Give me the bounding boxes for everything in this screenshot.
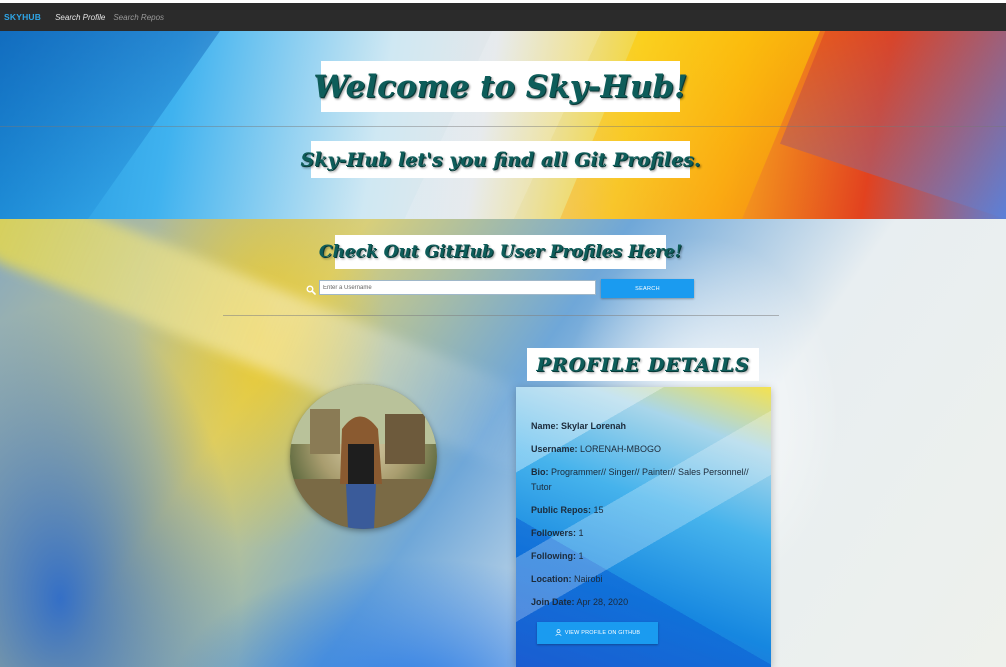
github-button-label: VIEW PROFILE ON GITHUB bbox=[564, 630, 641, 636]
field-label: Followers: bbox=[531, 528, 577, 538]
profile-details-card: Name: Skylar Lorenah Username: LORENAH-M… bbox=[516, 387, 771, 667]
field-label: Following: bbox=[531, 551, 576, 561]
field-value: Programmer// Singer// Painter// Sales Pe… bbox=[531, 467, 749, 492]
user-icon bbox=[555, 628, 562, 638]
profile-section-title: PROFILE DETAILS bbox=[527, 348, 759, 381]
hero-title: Welcome to Sky-Hub! bbox=[313, 61, 688, 112]
search-section-title: Check Out GitHub User Profiles Here! bbox=[319, 235, 682, 269]
field-label: Join Date: bbox=[531, 597, 575, 607]
field-value: 1 bbox=[578, 551, 584, 561]
field-value: Skylar Lorenah bbox=[561, 421, 627, 431]
profile-field-followers: Followers: 1 bbox=[531, 526, 756, 541]
field-value: 15 bbox=[593, 505, 604, 515]
profile-field-join-date: Join Date: Apr 28, 2020 bbox=[531, 595, 756, 610]
profile-field-bio: Bio: Programmer// Singer// Painter// Sal… bbox=[531, 465, 756, 495]
search-icon bbox=[306, 282, 316, 295]
nav-link-search-repos[interactable]: Search Repos bbox=[113, 13, 164, 22]
field-value: 1 bbox=[578, 528, 584, 538]
search-button[interactable]: SEARCH bbox=[601, 279, 694, 298]
brand-link[interactable]: SKYHUB bbox=[4, 12, 41, 22]
profile-field-username: Username: LORENAH-MBOGO bbox=[531, 442, 756, 457]
field-label: Bio: bbox=[531, 467, 549, 477]
nav-link-search-profile[interactable]: Search Profile bbox=[55, 13, 105, 22]
view-profile-on-github-button[interactable]: VIEW PROFILE ON GITHUB bbox=[537, 622, 658, 644]
field-value: Nairobi bbox=[574, 574, 603, 584]
hero-divider bbox=[0, 126, 1006, 127]
hero-tagline: Sky-Hub let's you find all Git Profiles. bbox=[301, 141, 700, 178]
hero-decoration bbox=[560, 31, 820, 219]
section-divider bbox=[223, 315, 779, 316]
field-value: Apr 28, 2020 bbox=[576, 597, 629, 607]
profile-avatar bbox=[290, 384, 437, 529]
field-label: Name: bbox=[531, 421, 559, 431]
field-label: Username: bbox=[531, 444, 578, 454]
profile-field-public-repos: Public Repos: 15 bbox=[531, 503, 756, 518]
hero-decoration bbox=[0, 31, 220, 219]
field-label: Location: bbox=[531, 574, 572, 584]
profile-field-name: Name: Skylar Lorenah bbox=[531, 419, 756, 434]
username-search-input[interactable] bbox=[319, 280, 596, 295]
field-label: Public Repos: bbox=[531, 505, 592, 515]
profile-field-following: Following: 1 bbox=[531, 549, 756, 564]
profile-field-location: Location: Nairobi bbox=[531, 572, 756, 587]
navbar: SKYHUB Search Profile Search Repos bbox=[0, 3, 1006, 31]
field-value: LORENAH-MBOGO bbox=[580, 444, 662, 454]
hero-decoration bbox=[780, 31, 1006, 219]
hero-banner: Welcome to Sky-Hub! Sky-Hub let's you fi… bbox=[0, 31, 1006, 219]
